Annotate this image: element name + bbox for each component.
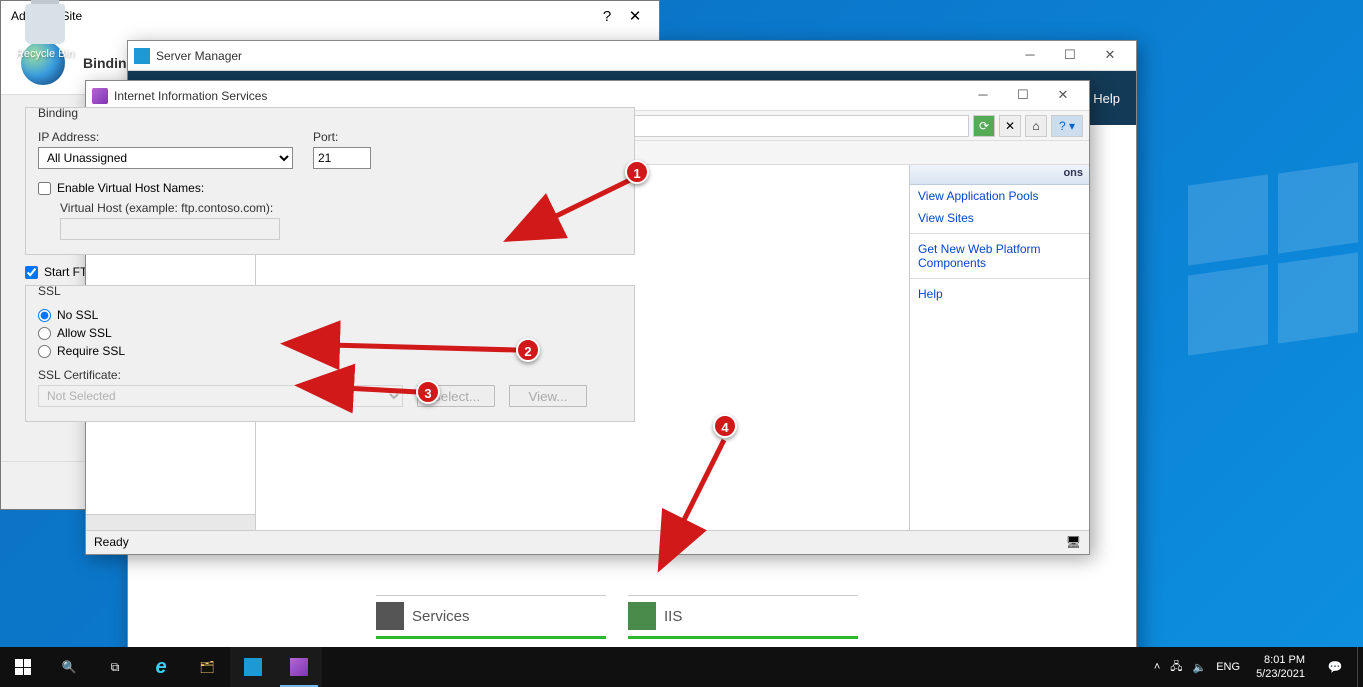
home-button[interactable]: ⌂: [1025, 115, 1047, 137]
server-manager-title: Server Manager: [156, 49, 1010, 63]
vhost-field-label: Virtual Host (example: ftp.contoso.com):: [60, 201, 622, 215]
clock-date: 5/23/2021: [1256, 667, 1305, 681]
refresh-button[interactable]: ⟳: [973, 115, 995, 137]
search-button[interactable]: 🔍: [46, 647, 92, 687]
actions-pane: ons View Application Pools View Sites Ge…: [909, 165, 1089, 530]
callout-1: 1: [625, 160, 649, 184]
link-view-app-pools[interactable]: View Application Pools: [910, 185, 1089, 207]
allow-ssl-radio[interactable]: [38, 327, 51, 340]
ie-taskbar-icon[interactable]: e: [138, 647, 184, 687]
windows-logo-watermark: [1183, 60, 1363, 510]
port-label: Port:: [313, 130, 371, 144]
enable-vhost-label: Enable Virtual Host Names:: [57, 181, 204, 195]
tile-services-title: Services: [412, 608, 470, 625]
ip-address-select[interactable]: All Unassigned: [38, 147, 293, 169]
ssl-group: SSL No SSL Allow SSL Require SSL SSL Cer…: [25, 285, 635, 422]
binding-group: Binding IP Address: All Unassigned Port:…: [25, 107, 635, 255]
hscrollbar[interactable]: [86, 514, 255, 530]
status-icon: 🖥: [1066, 535, 1081, 549]
recycle-bin-icon: [25, 4, 65, 44]
stop-button[interactable]: ✕: [999, 115, 1021, 137]
ssl-view-button: View...: [509, 385, 587, 407]
no-ssl-radio[interactable]: [38, 309, 51, 322]
link-help[interactable]: Help: [910, 283, 1089, 305]
callout-2: 2: [516, 338, 540, 362]
ssl-group-label: SSL: [38, 284, 622, 298]
actions-header: ons: [910, 165, 1089, 185]
ssl-cert-select: Not Selected: [38, 385, 403, 407]
close-button[interactable]: ✕: [1090, 42, 1130, 70]
server-manager-taskbar-icon[interactable]: [230, 647, 276, 687]
server-manager-titlebar[interactable]: Server Manager ─ ☐ ✕: [128, 41, 1136, 71]
minimize-button[interactable]: ─: [1010, 42, 1050, 70]
ip-address-label: IP Address:: [38, 130, 293, 144]
taskbar-clock[interactable]: 8:01 PM 5/23/2021: [1248, 653, 1313, 681]
tile-iis-title: IIS: [664, 608, 682, 625]
no-ssl-label: No SSL: [57, 308, 98, 322]
system-tray[interactable]: ˄ 🖧 🔈 ENG: [1146, 658, 1248, 677]
help-button[interactable]: ?: [593, 8, 621, 25]
binding-group-label: Binding: [38, 106, 622, 120]
require-ssl-label: Require SSL: [57, 344, 125, 358]
tile-iis-icon: [628, 602, 656, 630]
recycle-bin-label: Recycle Bin: [16, 48, 74, 60]
callout-3: 3: [416, 380, 440, 404]
close-button[interactable]: ✕: [1043, 82, 1083, 110]
dialog-title: Add FTP Site: [11, 9, 593, 23]
recycle-bin[interactable]: Recycle Bin: [10, 4, 80, 60]
link-get-web-platform[interactable]: Get New Web Platform Components: [910, 238, 1089, 274]
close-button[interactable]: ✕: [621, 7, 649, 25]
iis-title: Internet Information Services: [114, 89, 963, 103]
maximize-button[interactable]: ☐: [1003, 82, 1043, 110]
clock-time: 8:01 PM: [1256, 653, 1305, 667]
dialog-titlebar[interactable]: Add FTP Site ? ✕: [1, 1, 659, 31]
callout-4: 4: [713, 414, 737, 438]
iis-taskbar-icon[interactable]: [276, 647, 322, 687]
ssl-cert-label: SSL Certificate:: [38, 368, 622, 382]
tray-chevron-icon[interactable]: ˄: [1154, 661, 1160, 673]
show-desktop-button[interactable]: [1357, 647, 1363, 687]
minimize-button[interactable]: ─: [963, 82, 1003, 110]
allow-ssl-label: Allow SSL: [57, 326, 112, 340]
server-manager-icon: [134, 48, 150, 64]
help-dropdown[interactable]: ? ▾: [1051, 115, 1083, 137]
maximize-button[interactable]: ☐: [1050, 42, 1090, 70]
port-input[interactable]: [313, 147, 371, 169]
tray-volume-icon[interactable]: 🔈: [1193, 661, 1207, 674]
link-view-sites[interactable]: View Sites: [910, 207, 1089, 229]
enable-vhost-checkbox[interactable]: [38, 182, 51, 195]
auto-start-checkbox[interactable]: [25, 266, 38, 279]
explorer-taskbar-icon[interactable]: 🗂: [184, 647, 230, 687]
require-ssl-radio[interactable]: [38, 345, 51, 358]
iis-icon: [92, 88, 108, 104]
taskbar: 🔍 ⧉ e 🗂 ˄ 🖧 🔈 ENG 8:01 PM 5/23/2021 💬: [0, 647, 1363, 687]
iis-statusbar: Ready 🖥: [86, 530, 1089, 552]
vhost-input: [60, 218, 280, 240]
task-view-button[interactable]: ⧉: [92, 647, 138, 687]
tray-network-icon[interactable]: 🖧: [1170, 658, 1182, 677]
tray-lang[interactable]: ENG: [1216, 661, 1240, 673]
help-menu[interactable]: Help: [1093, 91, 1120, 106]
status-text: Ready: [94, 535, 129, 549]
start-button[interactable]: [0, 647, 46, 687]
tile-services-icon: [376, 602, 404, 630]
notifications-button[interactable]: 💬: [1313, 647, 1357, 687]
